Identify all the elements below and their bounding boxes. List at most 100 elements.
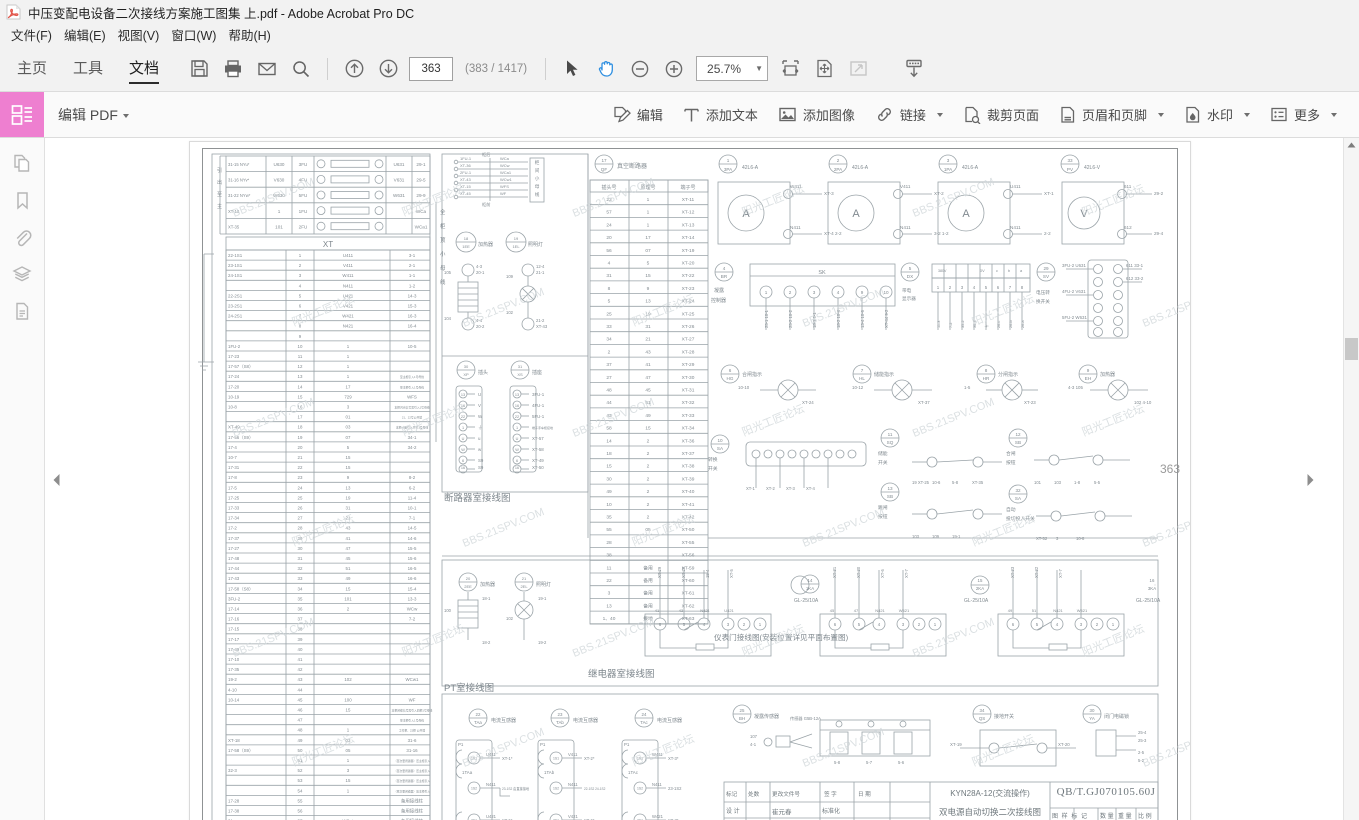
previous-page-arrow[interactable] xyxy=(49,471,63,489)
pdf-viewer[interactable]: 3 6 3 XT 31-15 NYu* U630 3FU U631 29-1 31-… xyxy=(45,138,1343,820)
tool-link[interactable]: 链接 xyxy=(865,92,953,137)
vertical-scrollbar[interactable] xyxy=(1343,138,1359,820)
scrollbar-thumb[interactable] xyxy=(1345,338,1358,360)
zoom-in-icon[interactable] xyxy=(657,46,691,91)
svg-text:3PA: 3PA xyxy=(724,167,733,172)
svg-text:2: 2 xyxy=(647,489,650,495)
tab-document[interactable]: 文档 xyxy=(116,46,172,91)
tool-add-image[interactable]: 添加图像 xyxy=(768,92,865,137)
svg-text:WCa1: WCa1 xyxy=(500,170,512,175)
next-page-icon[interactable] xyxy=(371,46,405,91)
svg-text:34: 34 xyxy=(980,708,985,713)
svg-text:6: 6 xyxy=(729,368,732,373)
svg-text:S9: S9 xyxy=(478,458,484,463)
svg-text:P1: P1 xyxy=(624,742,630,747)
title-block-designer-name: 崔元春 xyxy=(772,809,792,816)
tool-add-text[interactable]: 添加文本 xyxy=(673,92,768,137)
svg-text:XT-56: XT-56 xyxy=(682,553,695,559)
svg-text:柜: 柜 xyxy=(535,159,540,166)
svg-text:XT-3: XT-3 xyxy=(824,191,834,196)
menu-item-help[interactable]: 帮助(H) xyxy=(225,24,279,46)
page-number-input[interactable]: 363 xyxy=(409,56,454,81)
svg-text:109: 109 xyxy=(506,274,514,279)
svg-text:31-15 NYu*: 31-15 NYu* xyxy=(228,162,250,167)
svg-text:1: 1 xyxy=(347,374,350,379)
svg-text:开关: 开关 xyxy=(878,459,888,466)
menu-item-edit[interactable]: 编辑(E) xyxy=(61,24,115,46)
svg-text:23-2S1: 23-2S1 xyxy=(228,304,243,309)
hand-tool-icon[interactable] xyxy=(589,46,623,91)
svg-text:XT-30: XT-30 xyxy=(856,566,861,578)
scroll-up-arrow[interactable] xyxy=(1344,138,1359,152)
svg-text:备用接线柱: 备用接线柱 xyxy=(401,808,424,815)
svg-text:22: 22 xyxy=(606,578,612,584)
svg-text:4-10: 4-10 xyxy=(228,687,237,692)
svg-text:3: 3 xyxy=(947,158,950,163)
svg-text:5: 5 xyxy=(858,622,861,627)
svg-text:1: 1 xyxy=(765,290,768,295)
svg-text:22-1S1: 22-1S1 xyxy=(228,253,243,258)
tool-edit[interactable]: 编辑 xyxy=(602,92,673,137)
cursor-arrow-icon[interactable] xyxy=(555,46,589,91)
svg-text:5-6: 5-6 xyxy=(898,760,905,765)
next-page-arrow[interactable] xyxy=(1303,471,1317,489)
svg-text:58: 58 xyxy=(606,426,612,432)
svg-text:16: 16 xyxy=(298,405,303,410)
previous-page-icon[interactable] xyxy=(337,46,371,91)
tool-more[interactable]: 更多 xyxy=(1260,92,1359,137)
fit-width-icon[interactable] xyxy=(773,46,807,91)
svg-text:6: 6 xyxy=(299,304,302,309)
svg-text:XT-41: XT-41 xyxy=(682,502,695,508)
fullscreen-icon[interactable] xyxy=(841,46,875,91)
show-toolbar-icon[interactable] xyxy=(897,46,931,91)
tab-tools[interactable]: 工具 xyxy=(60,46,116,91)
save-icon[interactable] xyxy=(182,46,216,91)
menu-item-window[interactable]: 窗口(W) xyxy=(168,24,225,46)
svg-text:线: 线 xyxy=(535,191,540,197)
fit-page-icon[interactable] xyxy=(807,46,841,91)
zoom-out-icon[interactable] xyxy=(623,46,657,91)
print-icon[interactable] xyxy=(216,46,250,91)
svg-text:18: 18 xyxy=(606,451,612,457)
menu-item-file[interactable]: 文件(F) xyxy=(8,24,61,46)
menu-item-view[interactable]: 视图(V) xyxy=(115,24,169,46)
chevron-down-icon[interactable] xyxy=(1157,112,1164,117)
chevron-down-icon[interactable] xyxy=(1243,112,1250,117)
layers-icon[interactable] xyxy=(8,261,36,287)
chevron-down-icon[interactable] xyxy=(1331,112,1337,117)
svg-text:101: 101 xyxy=(344,596,352,601)
edit-pdf-badge-icon[interactable] xyxy=(0,92,44,137)
svg-text:55: 55 xyxy=(606,527,612,533)
zoom-level-combobox[interactable]: 25.7% ▼ xyxy=(696,56,769,81)
attachments-icon[interactable] xyxy=(8,224,36,250)
svg-text:12-4: 12-4 xyxy=(536,264,545,269)
page-thumbnails-icon[interactable] xyxy=(8,150,36,176)
search-icon[interactable] xyxy=(284,46,318,91)
svg-text:611: 611 xyxy=(1124,184,1132,189)
svg-text:22-1S2 24-1S2: 22-1S2 24-1S2 xyxy=(584,787,606,791)
tool-crop-page[interactable]: 裁剪页面 xyxy=(953,92,1049,137)
svg-text:按钮: 按钮 xyxy=(1006,459,1016,466)
more-icon xyxy=(1270,106,1288,123)
svg-text:WCa: WCa xyxy=(416,209,427,214)
title-bar: 中压变配电设备二次接线方案施工图集 上.pdf - Adobe Acrobat … xyxy=(0,0,1359,24)
tool-watermark[interactable]: 水印 xyxy=(1174,92,1260,137)
controller-row xyxy=(714,259,1142,339)
svg-text:N421: N421 xyxy=(343,324,354,329)
chevron-down-icon[interactable]: ▼ xyxy=(751,64,767,73)
tool-header-footer[interactable]: 页眉和页脚 xyxy=(1049,92,1174,137)
edit-pdf-title[interactable]: 编辑 PDF xyxy=(44,105,129,125)
bookmarks-icon[interactable] xyxy=(8,187,36,213)
svg-text:1-5: 1-5 xyxy=(964,385,971,390)
chevron-down-icon[interactable] xyxy=(936,112,943,117)
content-icon[interactable] xyxy=(8,298,36,324)
email-icon[interactable] xyxy=(250,46,284,91)
svg-text:c: c xyxy=(996,269,998,273)
engineering-drawing: XT 31-15 NYu* U630 3FU U631 29-1 31-16 N… xyxy=(190,142,1190,820)
svg-text:照明灯: 照明灯 xyxy=(528,241,543,248)
svg-text:3: 3 xyxy=(813,290,816,295)
pdf-page[interactable]: 3 6 3 XT 31-15 NYu* U630 3FU U631 29-1 31-… xyxy=(189,141,1191,820)
chevron-down-icon[interactable] xyxy=(122,113,129,118)
svg-text:17-44: 17-44 xyxy=(228,566,240,571)
tab-home[interactable]: 主页 xyxy=(4,46,60,91)
